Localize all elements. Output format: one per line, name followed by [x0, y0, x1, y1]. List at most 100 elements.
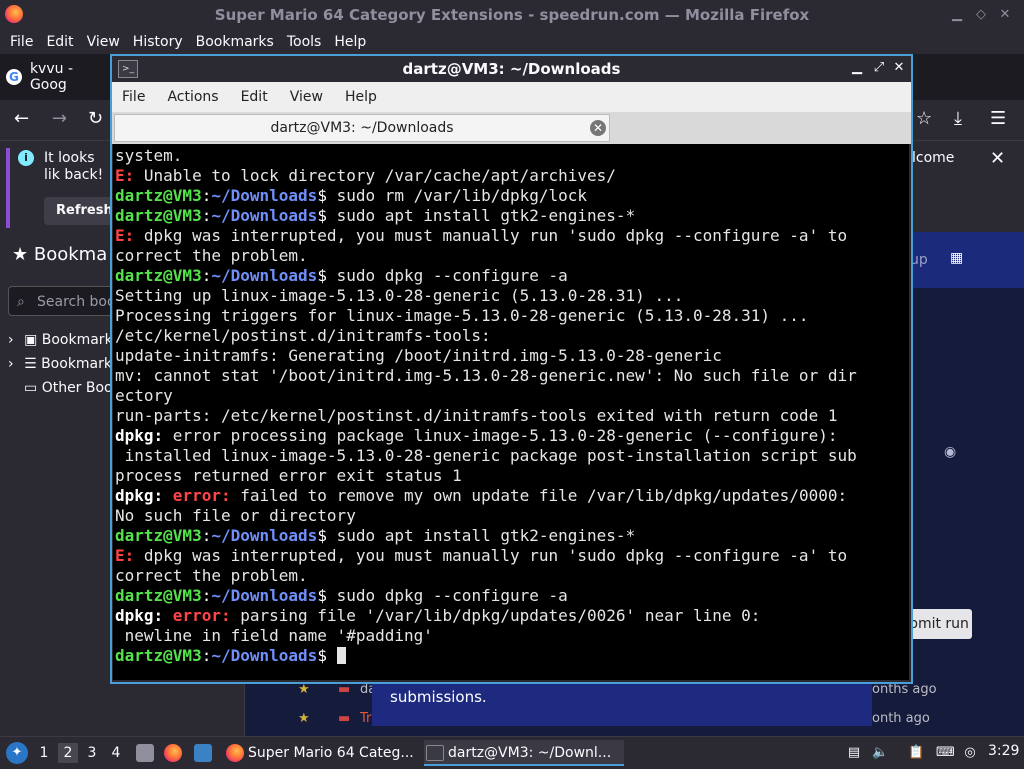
prompt-sep: : [201, 646, 212, 665]
terminal-menu-actions[interactable]: Actions [167, 89, 218, 105]
menu-bookmarks[interactable]: Bookmarks [196, 34, 274, 50]
terminal-line: correct the problem. [115, 246, 308, 265]
sidebar-item-other-bookmarks[interactable]: ▭ Other Boo [24, 380, 113, 396]
terminal-menu-file[interactable]: File [122, 89, 145, 105]
terminal-menu-edit[interactable]: Edit [241, 89, 268, 105]
info-icon: i [18, 150, 34, 166]
network-icon[interactable]: ◎ [962, 745, 978, 761]
terminal-line: process returned error exit status 1 [115, 466, 462, 485]
error-prefix: E: [115, 226, 135, 245]
terminal-lines: system. E: Unable to lock directory /var… [115, 146, 857, 666]
webpage-header-banner: up ▦ [910, 232, 1024, 288]
menu-hamburger-icon[interactable]: ☰ [990, 108, 1006, 129]
output-text: mv: cannot stat '/boot/initrd.img-5.13.0… [115, 366, 857, 385]
output-text: dpkg was interrupted, you must manually … [134, 546, 848, 565]
output-text: run-parts: /etc/kernel/postinst.d/initra… [115, 406, 838, 425]
terminal-tab[interactable]: dartz@VM3: ~/Downloads ✕ [114, 114, 610, 142]
discord-icon[interactable]: ◉ [944, 444, 956, 460]
command-text: sudo apt install gtk2-engines-* [336, 206, 636, 225]
expand-chevron-icon[interactable]: › [8, 356, 14, 372]
output-text: update-initramfs: Generating /boot/initr… [115, 346, 722, 365]
output-text: No such file or directory [115, 506, 356, 525]
run-user[interactable]: Tr [360, 711, 371, 726]
bookmark-folder-icon: ▣ [24, 332, 38, 348]
desktop-icon[interactable] [194, 744, 212, 762]
menu-file[interactable]: File [10, 34, 33, 50]
task-firefox[interactable]: Super Mario 64 Categ... [224, 740, 420, 766]
terminal-line: E: dpkg was interrupted, you must manual… [115, 226, 847, 245]
output-text: dpkg was interrupted, you must manually … [134, 226, 848, 245]
workspace-4[interactable]: 4 [106, 743, 126, 763]
trash-icon[interactable]: ▤ [846, 745, 862, 761]
workspace-2[interactable]: 2 [58, 743, 78, 763]
workspace-1[interactable]: 1 [34, 743, 54, 763]
prompt-user: dartz@VM3 [115, 206, 202, 225]
prompt-user: dartz@VM3 [115, 186, 202, 205]
notification-text: It looks lik back! [44, 150, 104, 183]
prompt-path: ~/Downloads [211, 526, 318, 545]
refresh-button[interactable]: Refresh [44, 197, 114, 225]
menu-history[interactable]: History [133, 34, 183, 50]
menu-view[interactable]: View [87, 34, 120, 50]
uk-flag-icon[interactable]: ▦ [950, 250, 963, 266]
file-manager-icon[interactable] [136, 744, 154, 762]
run-time: onths ago [872, 682, 937, 697]
menu-tools[interactable]: Tools [287, 34, 322, 50]
firefox-launcher-icon[interactable] [164, 744, 182, 762]
prompt-sep: : [201, 206, 212, 225]
volume-icon[interactable]: 🔈 [872, 745, 888, 761]
bookmark-star-icon[interactable]: ☆ [916, 108, 932, 129]
forward-icon[interactable]: → [52, 108, 67, 129]
expand-chevron-icon[interactable]: › [8, 332, 14, 348]
browser-tab[interactable]: G kvvu - Goog [6, 61, 114, 93]
sidebar-item-bookmarks-toolbar[interactable]: › ▣ Bookmark [8, 332, 113, 348]
task-terminal[interactable]: dartz@VM3: ~/Downl... [424, 740, 624, 766]
prompt-dollar: $ [317, 266, 337, 285]
minimize-icon[interactable]: ▁ [848, 59, 866, 77]
clock[interactable]: 3:29 [988, 743, 1019, 759]
terminal-output[interactable]: system. E: Unable to lock directory /var… [113, 144, 909, 680]
output-text: correct the problem. [115, 246, 308, 265]
close-icon[interactable]: ✕ [996, 6, 1014, 24]
terminal-window[interactable]: >_ dartz@VM3: ~/Downloads ▁ ⤢ ✕ File Act… [110, 54, 913, 684]
output-text: Processing triggers for linux-image-5.13… [115, 306, 809, 325]
terminal-line: dartz@VM3:~/Downloads$ sudo dpkg --confi… [115, 266, 568, 285]
menu-help[interactable]: Help [334, 34, 366, 50]
start-menu-icon[interactable]: ✦ [6, 742, 28, 764]
close-icon[interactable]: ✕ [890, 59, 908, 77]
task-label: Super Mario 64 Categ... [248, 745, 414, 761]
terminal-menu-view[interactable]: View [290, 89, 323, 105]
notification-close-icon[interactable]: ✕ [990, 148, 1005, 169]
terminal-line: dpkg: error: parsing file '/var/lib/dpkg… [115, 606, 760, 625]
reload-icon[interactable]: ↻ [88, 108, 103, 129]
maximize-icon[interactable]: ◇ [972, 6, 990, 24]
sidebar-item-bookmarks-menu[interactable]: › ☰ Bookmark [8, 356, 112, 372]
terminal-line: installed linux-image-5.13.0-28-generic … [115, 446, 857, 465]
keyboard-icon[interactable]: ⌨ [936, 745, 955, 761]
back-icon[interactable]: ← [14, 108, 29, 129]
tab-close-icon[interactable]: ✕ [590, 120, 606, 136]
output-text: newline in field name '#padding' [115, 626, 433, 645]
terminal-menu-help[interactable]: Help [345, 89, 377, 105]
workspace-3[interactable]: 3 [82, 743, 102, 763]
folder-icon: ▭ [24, 380, 38, 396]
error-label: error: [163, 606, 231, 625]
terminal-cursor [336, 647, 346, 664]
terminal-line: dartz@VM3:~/Downloads$ [115, 646, 346, 665]
terminal-line: dpkg: error: failed to remove my own upd… [115, 486, 847, 505]
menu-edit[interactable]: Edit [46, 34, 73, 50]
command-text: sudo apt install gtk2-engines-* [336, 526, 636, 545]
clipboard-icon[interactable]: 📋 [908, 745, 924, 761]
notification-stripe [6, 148, 10, 228]
terminal-line: newline in field name '#padding' [115, 626, 433, 645]
downloads-icon[interactable]: ⤓ [954, 108, 962, 129]
minimize-icon[interactable]: ▁ [948, 6, 966, 24]
submissions-tooltip: submissions. [372, 680, 872, 726]
output-text: Setting up linux-image-5.13.0-28-generic… [115, 286, 684, 305]
search-placeholder: Search boo [37, 294, 116, 310]
output-text: process returned error exit status 1 [115, 466, 462, 485]
submit-run-button[interactable]: bmit run [906, 609, 972, 639]
terminal-line: dartz@VM3:~/Downloads$ sudo apt install … [115, 206, 635, 225]
maximize-icon[interactable]: ⤢ [870, 59, 888, 77]
terminal-line: update-initramfs: Generating /boot/initr… [115, 346, 722, 365]
